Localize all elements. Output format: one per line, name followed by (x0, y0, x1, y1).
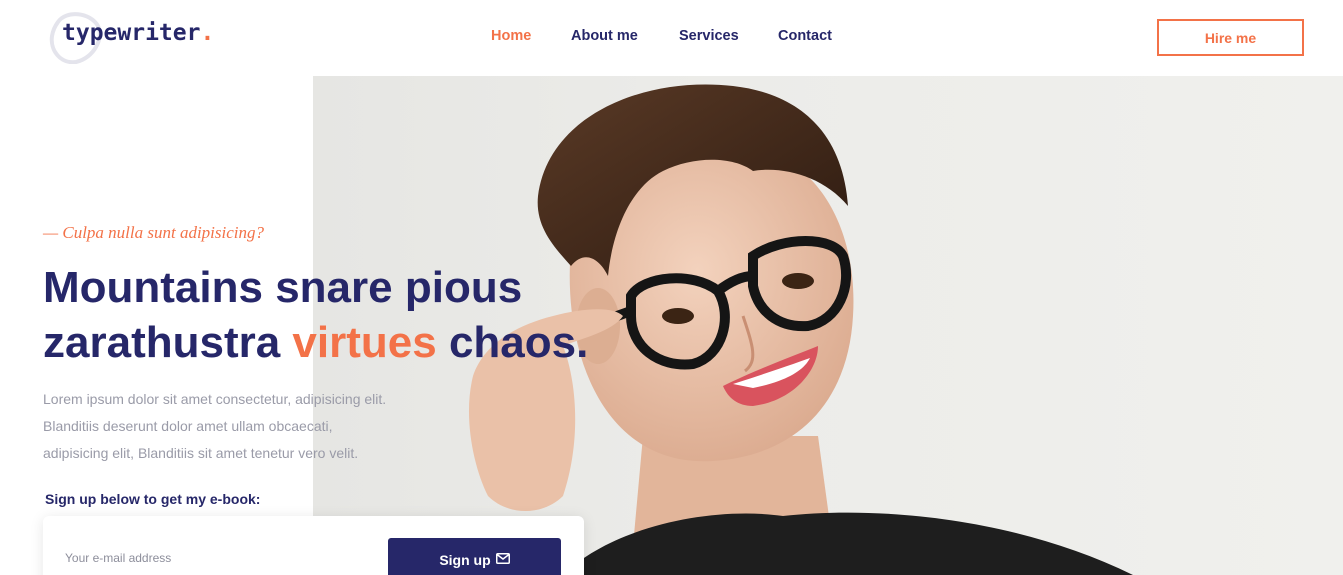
description-line: adipisicing elit, Blanditiis sit amet te… (43, 445, 359, 461)
headline-line-2: zarathustra virtues chaos. (43, 318, 589, 367)
nav-item-home[interactable]: Home (491, 28, 531, 44)
nav-item-contact[interactable]: Contact (778, 28, 832, 44)
envelope-icon (495, 553, 510, 564)
site-header: typewriter. Home About me Services Conta… (0, 0, 1343, 76)
signup-button[interactable]: Sign up (388, 538, 561, 575)
description-line: Lorem ipsum dolor sit amet consectetur, … (43, 391, 387, 407)
email-input[interactable] (55, 540, 375, 575)
logo[interactable]: typewriter. (44, 6, 214, 66)
signup-button-label: Sign up (439, 552, 491, 568)
hero-tagline: — Culpa nulla sunt adipisicing? (43, 223, 265, 242)
logo-text: typewriter. (62, 20, 215, 46)
signup-label: Sign up below to get my e-book: (45, 491, 261, 507)
headline-line-1: Mountains snare pious (43, 263, 523, 312)
description-line: Blanditiis deserunt dolor amet ullam obc… (43, 418, 333, 434)
signup-form: Sign up (43, 516, 584, 575)
hero-description: Lorem ipsum dolor sit amet consectetur, … (43, 386, 463, 467)
hire-me-button[interactable]: Hire me (1157, 19, 1304, 56)
hero-headline: Mountains snare pious zarathustra virtue… (43, 260, 588, 370)
nav-item-services[interactable]: Services (679, 28, 739, 44)
nav-item-about-me[interactable]: About me (571, 28, 638, 44)
headline-accent: virtues (292, 318, 437, 367)
